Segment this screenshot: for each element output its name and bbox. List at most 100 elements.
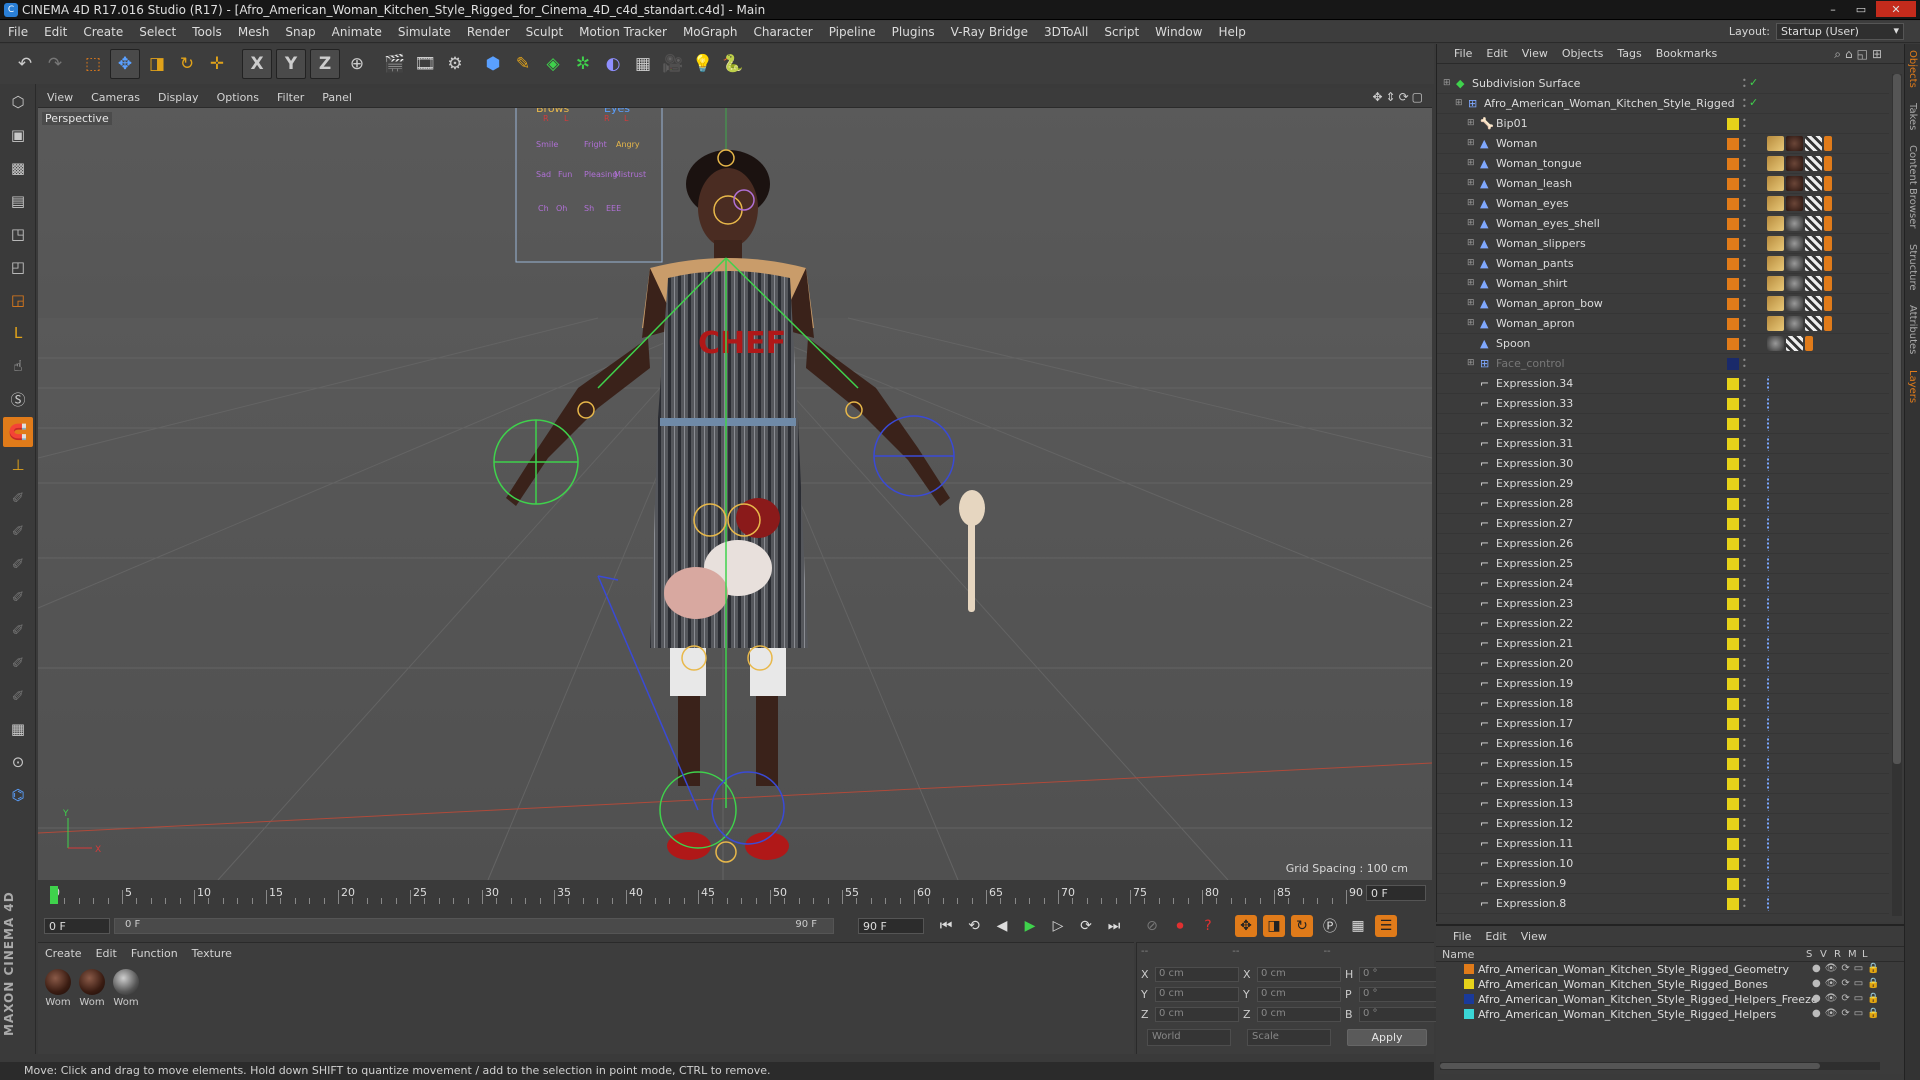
viewport-menu-cameras[interactable]: Cameras [82, 91, 149, 104]
undo-icon[interactable]: ↶ [10, 49, 40, 79]
expand-icon[interactable]: ⊞ [1467, 198, 1477, 209]
camera-icon[interactable]: 🎥 [658, 49, 688, 79]
tag-icon[interactable] [1805, 236, 1822, 251]
layer-color-swatch[interactable] [1727, 137, 1739, 150]
tab-layers[interactable]: Layers [1907, 370, 1918, 403]
tag-icon[interactable] [1824, 256, 1832, 271]
tag-icon[interactable] [1805, 296, 1822, 311]
menu-window[interactable]: Window [1147, 25, 1210, 39]
object-row[interactable]: ⊞ ▲ Woman • • [1437, 134, 1889, 154]
object-row[interactable]: ⌐ Expression.21 • • [1437, 634, 1889, 654]
visibility-dots[interactable]: • • [1742, 596, 1748, 610]
tag-icon[interactable] [1786, 176, 1803, 191]
current-frame-field[interactable]: 0 F [1366, 885, 1426, 901]
layer-row[interactable]: Afro_American_Woman_Kitchen_Style_Rigged… [1436, 992, 1904, 1007]
coord-field[interactable]: 0 cm [1155, 967, 1239, 982]
tag-icon[interactable] [1786, 156, 1803, 171]
layer-color-swatch[interactable] [1727, 657, 1739, 670]
layer-toggle-icons[interactable]: ●👁⟳▭🔒 [1812, 1008, 1884, 1019]
model-mode-icon[interactable]: ▣ [3, 120, 33, 150]
layer-color-swatch[interactable] [1727, 117, 1739, 130]
expand-icon[interactable]: ⊞ [1467, 238, 1477, 249]
object-menu-objects[interactable]: Objects [1555, 47, 1611, 60]
tag-icon[interactable] [1767, 296, 1784, 311]
tag-icon[interactable] [1767, 816, 1777, 831]
pen-spline-icon[interactable]: ✎ [508, 49, 538, 79]
coord-field[interactable]: 0 cm [1257, 967, 1341, 982]
tag-icon[interactable] [1786, 216, 1803, 231]
visibility-dots[interactable]: • • [1742, 776, 1748, 790]
tag-icon[interactable] [1824, 196, 1832, 211]
go-to-start-icon[interactable]: ⏮ [932, 913, 960, 939]
layer-color-swatch[interactable] [1727, 737, 1739, 750]
layer-color-swatch[interactable] [1727, 577, 1739, 590]
tag-icon[interactable] [1805, 196, 1822, 211]
playhead[interactable] [50, 886, 58, 904]
floor-icon[interactable]: ▦ [628, 49, 658, 79]
expand-icon[interactable]: ⊞ [1455, 98, 1465, 109]
object-row[interactable]: ⊞ ▲ Woman_slippers • • [1437, 234, 1889, 254]
tag-icon[interactable] [1767, 236, 1784, 251]
visibility-dots[interactable]: • • [1742, 816, 1748, 830]
layer-color-swatch[interactable] [1727, 177, 1739, 190]
menu-simulate[interactable]: Simulate [390, 25, 459, 39]
x-axis-lock-icon[interactable]: X [242, 49, 272, 79]
layer-color-swatch[interactable] [1727, 517, 1739, 530]
tag-icon[interactable] [1767, 176, 1784, 191]
object-row[interactable]: ⌐ Expression.11 • • [1437, 834, 1889, 854]
previous-frame-icon[interactable]: ◀ [988, 913, 1016, 939]
visibility-dots[interactable]: • • [1742, 236, 1748, 250]
menu-script[interactable]: Script [1096, 25, 1147, 39]
coord-field[interactable]: 0 ° [1359, 987, 1443, 1002]
visibility-dots[interactable]: • • [1742, 456, 1748, 470]
tag-icon[interactable] [1786, 236, 1803, 251]
snap-icon[interactable]: 🧲 [3, 417, 33, 447]
object-row[interactable]: ⌐ Expression.31 • • [1437, 434, 1889, 454]
minimize-icon[interactable]: – [1820, 1, 1846, 17]
visibility-dots[interactable]: • • [1742, 276, 1748, 290]
layer-color-swatch[interactable] [1727, 477, 1739, 490]
tag-icon[interactable] [1824, 236, 1832, 251]
transform-tool-icon[interactable]: ✛ [202, 49, 232, 79]
tab-content-browser[interactable]: Content Browser [1907, 145, 1918, 228]
record-keys-icon[interactable]: ⏺ [1166, 913, 1194, 939]
polygons-mode-icon[interactable]: ◲ [3, 285, 33, 315]
tab-objects[interactable]: Objects [1907, 50, 1918, 88]
material-item[interactable]: Wom [78, 969, 106, 1008]
layer-color-swatch[interactable] [1727, 237, 1739, 250]
object-row[interactable]: ⌐ Expression.13 • • [1437, 794, 1889, 814]
material-menu-texture[interactable]: Texture [185, 947, 239, 960]
tag-icon[interactable] [1767, 716, 1777, 731]
layer-color-swatch[interactable] [1727, 757, 1739, 770]
visibility-dots[interactable]: • • [1742, 396, 1748, 410]
frame-range-slider[interactable]: 0 F 90 F [114, 918, 834, 934]
tag-icon[interactable] [1767, 596, 1777, 611]
frame-ruler[interactable]: 051015202530354045505560657075808590 [50, 884, 1363, 904]
visibility-dots[interactable]: • • [1742, 376, 1748, 390]
tag-icon[interactable] [1767, 576, 1777, 591]
live-selection-icon[interactable]: ⬚ [78, 49, 108, 79]
redo-icon[interactable]: ↷ [40, 49, 70, 79]
tag-icon[interactable] [1767, 696, 1777, 711]
make-editable-icon[interactable]: ⬡ [3, 87, 33, 117]
object-row[interactable]: ⌐ Expression.28 • • [1437, 494, 1889, 514]
visibility-dots[interactable]: • • [1742, 256, 1748, 270]
menu-pipeline[interactable]: Pipeline [821, 25, 884, 39]
rotate-tool-icon[interactable]: ↻ [172, 49, 202, 79]
tag-icon[interactable] [1767, 516, 1777, 531]
move-tool-icon[interactable]: ✥ [110, 49, 140, 79]
viewport-menu-display[interactable]: Display [149, 91, 208, 104]
sculpt-brush-7-icon[interactable]: ✐ [3, 681, 33, 711]
tab-attributes[interactable]: Attributes [1907, 305, 1918, 354]
coord-field[interactable]: 0 cm [1257, 987, 1341, 1002]
layer-color-swatch[interactable] [1727, 217, 1739, 230]
object-row[interactable]: ⊞ ▲ Woman_eyes_shell • • [1437, 214, 1889, 234]
layer-color-swatch[interactable] [1727, 297, 1739, 310]
workplane-icon[interactable]: ▤ [3, 186, 33, 216]
light-icon[interactable]: 💡 [688, 49, 718, 79]
layer-color-swatch[interactable] [1727, 837, 1739, 850]
tag-icon[interactable] [1824, 176, 1832, 191]
visibility-dots[interactable]: • • [1742, 96, 1748, 110]
tag-icon[interactable] [1824, 316, 1832, 331]
visibility-dots[interactable]: • • [1742, 616, 1748, 630]
